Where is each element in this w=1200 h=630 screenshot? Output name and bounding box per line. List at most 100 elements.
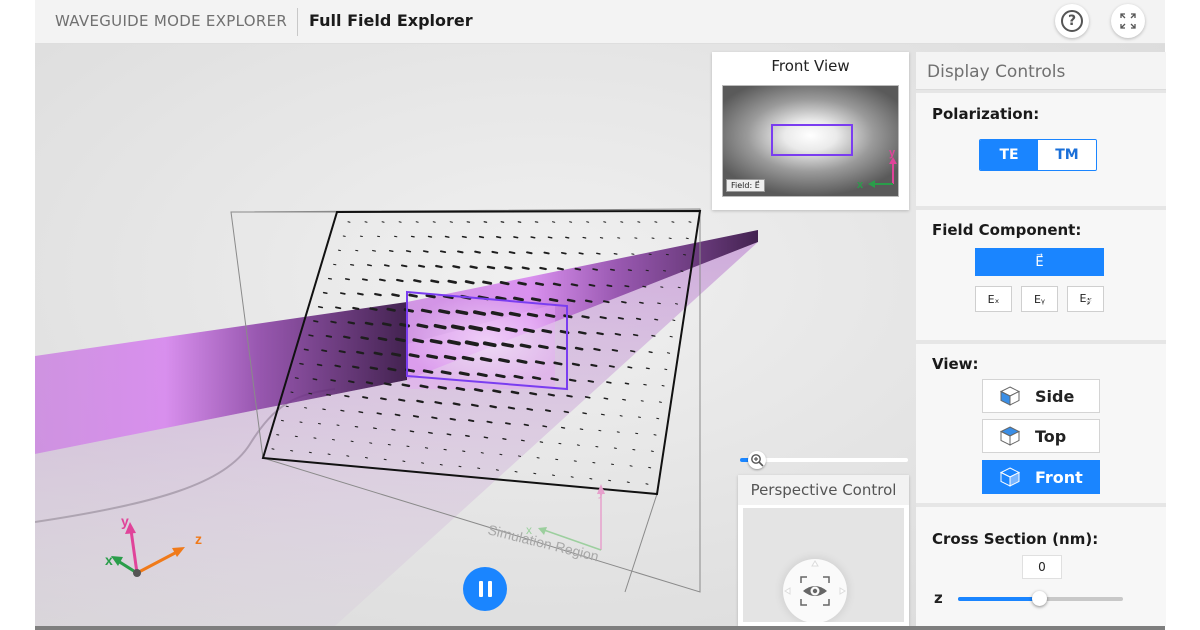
field-vector	[412, 415, 420, 418]
field-vector	[474, 250, 481, 254]
field-vector	[358, 411, 364, 414]
scene-inner-axis-y: y	[598, 485, 604, 499]
field-vector	[563, 410, 570, 414]
cross-section-handle[interactable]	[1031, 591, 1047, 606]
perspective-drag-area[interactable]	[742, 507, 905, 623]
pause-button[interactable]	[463, 567, 507, 611]
field-vector	[529, 391, 538, 396]
cross-section-slider[interactable]	[958, 591, 1123, 606]
front-view-axis-x: x	[857, 179, 864, 191]
field-vector	[395, 337, 406, 343]
perspective-handle[interactable]	[783, 559, 847, 622]
field-vector	[447, 339, 461, 346]
pause-bar-right	[487, 581, 492, 597]
app-header: WAVEGUIDE MODE EXPLORER Full Field Explo…	[35, 0, 1165, 44]
field-vector	[377, 336, 388, 342]
field-vector	[587, 379, 595, 383]
field-vector	[316, 363, 323, 367]
field-vector	[624, 285, 630, 288]
field-vector	[416, 323, 429, 329]
field-vector	[369, 366, 379, 371]
field-vector	[534, 360, 546, 365]
view-top-label: Top	[1035, 426, 1067, 446]
display-controls-panel: Display Controls Polarization: TE TM Fie…	[916, 52, 1166, 626]
field-vector	[530, 236, 536, 239]
pause-bar-left	[478, 581, 483, 597]
view-front-button[interactable]: Front	[982, 460, 1100, 494]
field-vector	[571, 362, 581, 367]
field-vector	[479, 356, 493, 363]
field-vector	[645, 367, 650, 370]
field-vector	[593, 347, 601, 352]
field-vector	[312, 378, 318, 381]
field-vector	[504, 266, 513, 270]
field-vector	[461, 235, 467, 239]
zoom-handle[interactable]	[748, 451, 766, 469]
question-circle-icon: ?	[1061, 10, 1083, 32]
polarization-toggle[interactable]: TE TM	[979, 139, 1097, 171]
field-vector	[630, 350, 636, 353]
field-vector	[376, 412, 382, 415]
cube-icon	[999, 386, 1021, 406]
view-side-button[interactable]: Side	[982, 379, 1100, 413]
display-controls-title: Display Controls	[916, 52, 1166, 90]
field-ex-button[interactable]: Eₓ	[975, 286, 1012, 312]
field-vector	[344, 394, 350, 398]
field-vector	[322, 291, 328, 294]
field-vector	[350, 263, 355, 266]
field-vector	[548, 298, 559, 303]
field-vector	[486, 420, 493, 424]
field-vector	[606, 381, 612, 384]
field-ey-button[interactable]: Eᵧ	[1021, 286, 1058, 312]
fullscreen-button[interactable]	[1111, 4, 1145, 38]
field-vector	[552, 282, 562, 287]
polarization-tm-button[interactable]: TM	[1038, 140, 1096, 170]
field-vector	[409, 430, 415, 433]
field-vector	[582, 236, 587, 239]
view-top-button[interactable]: Top	[982, 419, 1100, 453]
field-vector	[325, 334, 333, 338]
polarization-te-button[interactable]: TE	[980, 140, 1038, 170]
field-vector	[391, 352, 402, 357]
field-vector	[388, 250, 394, 253]
field-vector	[447, 279, 457, 284]
gizmo-axis-x: x	[105, 552, 113, 568]
field-vector	[491, 250, 499, 254]
field-vector	[600, 413, 605, 416]
field-vector	[590, 363, 598, 367]
field-vector	[498, 358, 510, 364]
field-vector	[495, 373, 506, 379]
field-vector	[294, 377, 299, 379]
field-ez-button[interactable]: E𝓏	[1067, 286, 1104, 312]
field-vector	[545, 313, 556, 318]
field-vector	[486, 265, 496, 270]
field-vector	[396, 278, 404, 283]
field-vector	[526, 407, 534, 411]
field-vector	[613, 252, 618, 255]
field-vector	[419, 384, 429, 389]
field-vector	[464, 280, 475, 285]
expand-corners-icon	[1120, 13, 1136, 29]
field-vector	[420, 308, 433, 314]
zoom-slider[interactable]	[740, 451, 908, 469]
field-vector	[565, 236, 570, 239]
field-vector	[507, 406, 516, 410]
zoom-in-icon	[751, 454, 764, 467]
field-vector	[348, 380, 355, 384]
field-vector	[482, 341, 497, 348]
field-vector	[335, 306, 342, 310]
field-vector	[394, 413, 401, 417]
front-view-title: Front View	[771, 57, 850, 75]
field-vector	[648, 351, 653, 354]
field-vector	[383, 382, 392, 386]
field-vector	[455, 309, 469, 316]
cube-icon	[999, 467, 1021, 487]
field-vector	[547, 236, 553, 239]
field-vector	[422, 369, 434, 374]
field-vector	[458, 371, 470, 377]
field-vector	[581, 315, 590, 319]
field-vector	[584, 396, 591, 399]
help-button[interactable]: ?	[1055, 4, 1089, 38]
field-vector-button[interactable]: E⃗	[975, 248, 1104, 276]
field-vector	[578, 330, 587, 335]
